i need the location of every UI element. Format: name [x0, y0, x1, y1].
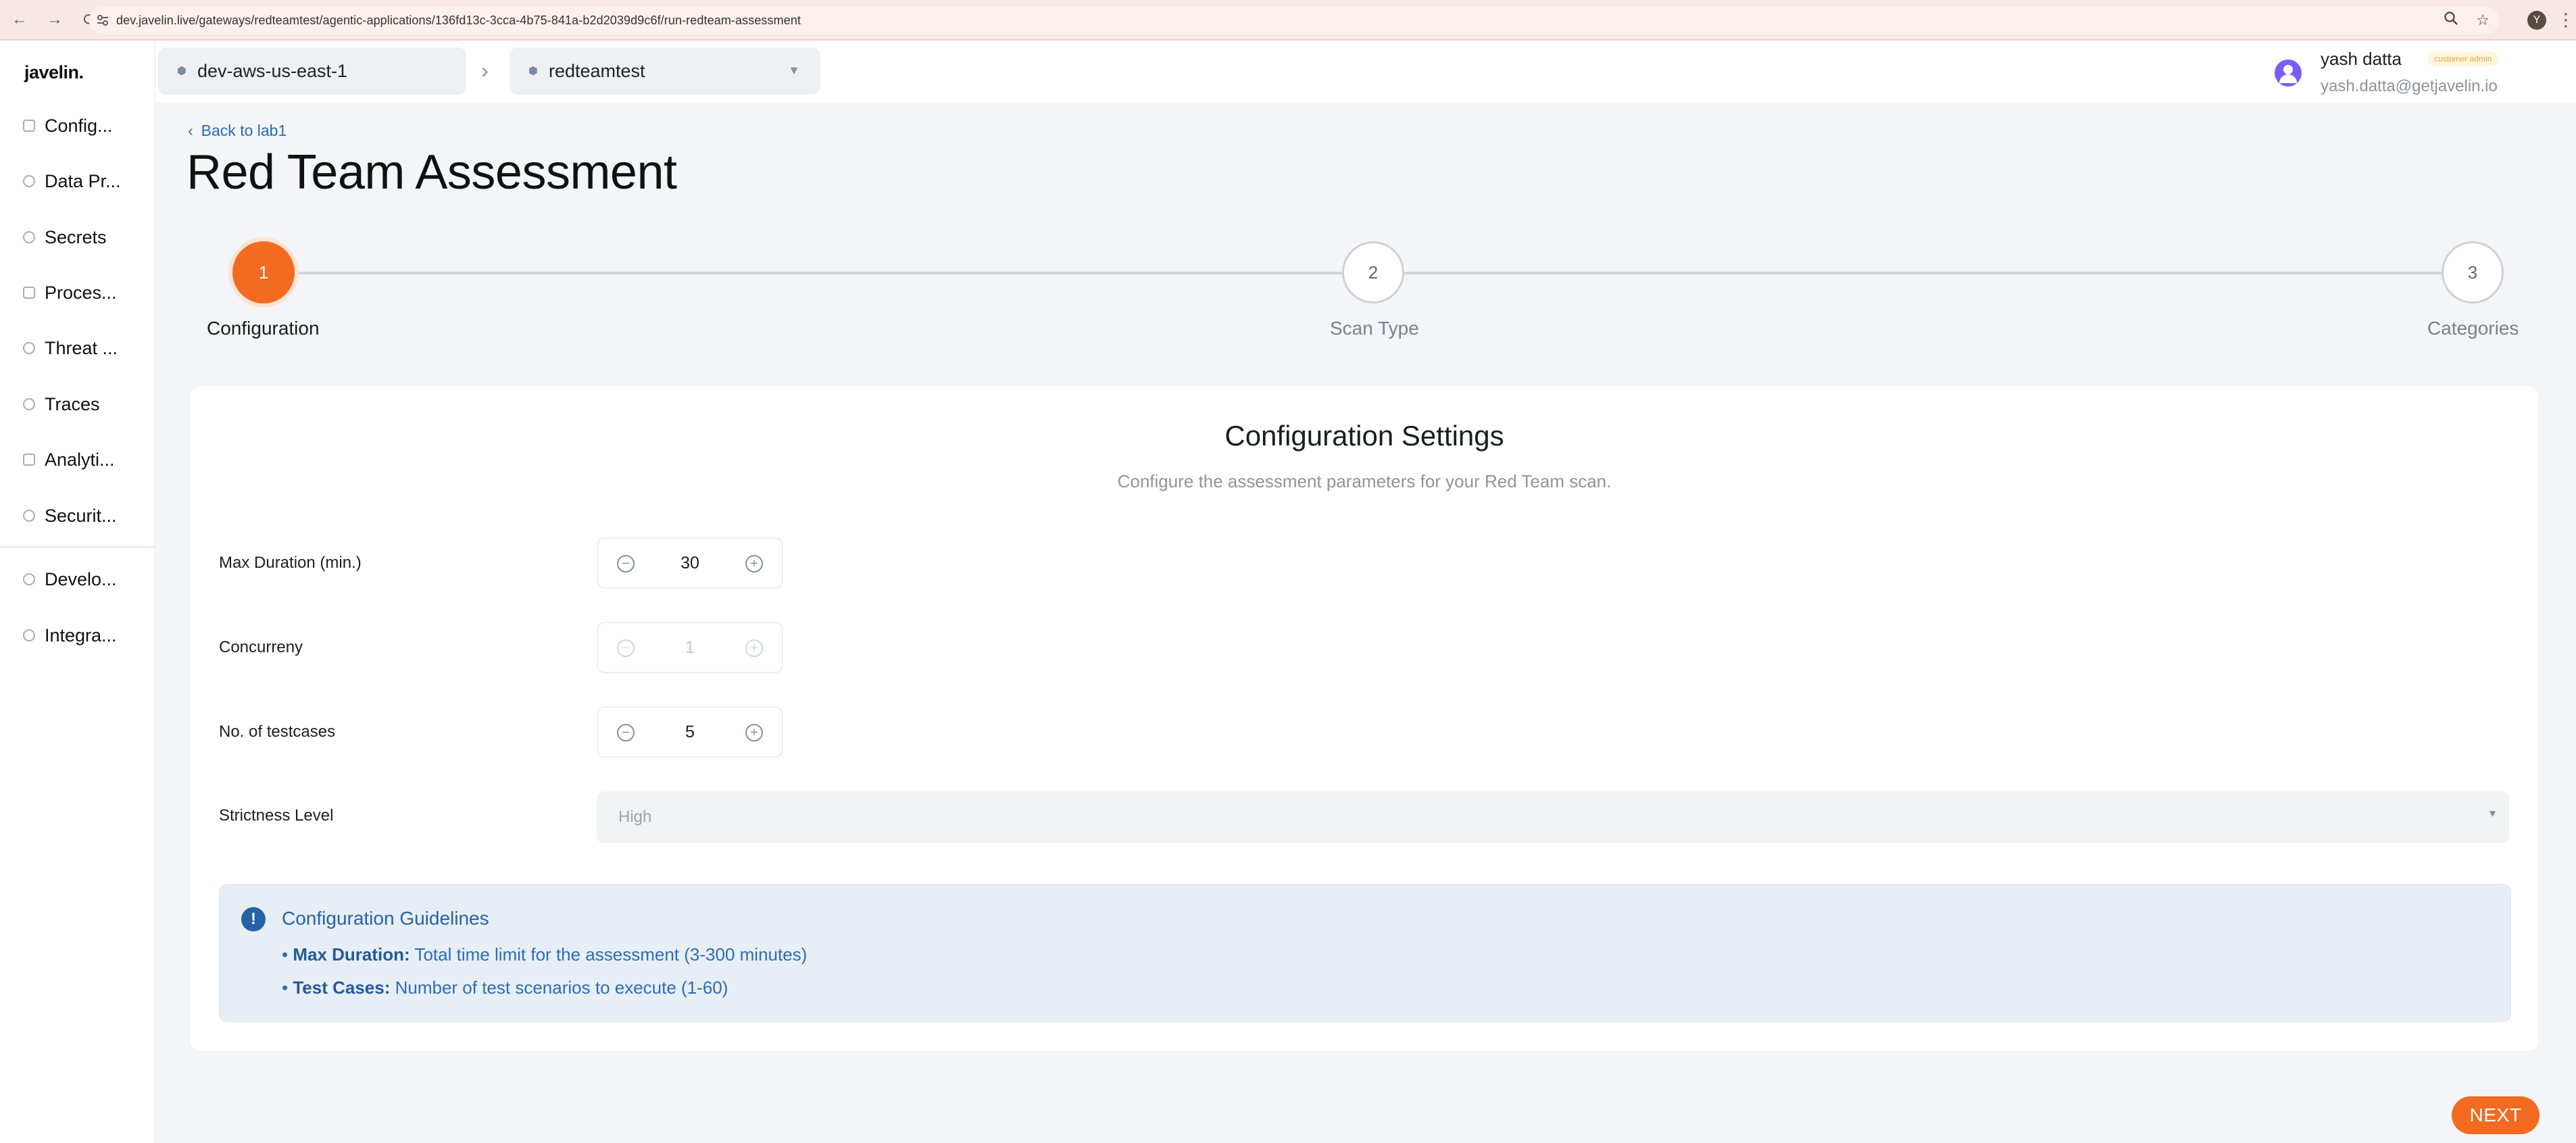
sidebar-item-secrets[interactable]: Secrets — [23, 224, 107, 251]
sidebar: javelin. Config... Data Pr... Secrets Pr… — [0, 41, 155, 1143]
step-3-circle[interactable]: 3 — [2442, 241, 2504, 303]
configuration-card: Configuration Settings Configure the ass… — [189, 385, 2540, 1052]
page-title: Red Team Assessment — [187, 145, 677, 199]
max-duration-stepper: − 30 + — [597, 537, 783, 589]
chevron-left-icon: ‹ — [188, 122, 193, 139]
strictness-label: Strictness Level — [219, 806, 334, 825]
integrations-icon — [23, 629, 35, 641]
guideline-text: Number of test scenarios to execute (1-6… — [395, 977, 728, 998]
configuration-icon — [23, 120, 35, 132]
gateway-icon: ⬢ — [177, 66, 187, 77]
step-2-label: Scan Type — [1330, 318, 1419, 339]
user-name: yash datta — [2321, 49, 2402, 69]
shield-icon — [23, 510, 35, 522]
gateway-name: dev-aws-us-east-1 — [197, 60, 348, 81]
testcases-label: No. of testcases — [219, 723, 336, 741]
sidebar-item-configuration[interactable]: Config... — [23, 112, 113, 139]
gateway-selector[interactable]: ⬢ dev-aws-us-east-1 — [158, 47, 466, 95]
increment-button[interactable]: + — [745, 724, 763, 741]
forward-arrow-icon[interactable]: → — [39, 4, 70, 35]
testcases-stepper: − 5 + — [597, 706, 783, 758]
step-1-circle[interactable]: 1 — [232, 241, 295, 303]
application-selector[interactable]: ⬢ redteamtest ▼ — [510, 47, 820, 95]
sidebar-item-label: Config... — [45, 115, 113, 136]
card-title: Configuration Settings — [1224, 420, 1504, 452]
analytics-icon — [23, 454, 35, 466]
guideline-key: Max Duration: — [293, 944, 410, 965]
info-icon: ! — [241, 907, 266, 931]
guidelines-title: Configuration Guidelines — [282, 908, 489, 929]
data-protection-icon — [23, 175, 35, 187]
address-bar[interactable]: dev.javelin.live/gateways/redteamtest/ag… — [89, 6, 2499, 34]
browser-profile-avatar[interactable]: Y — [2527, 11, 2546, 30]
caret-down-icon: ▾ — [2489, 806, 2496, 820]
url-text: dev.javelin.live/gateways/redteamtest/ag… — [116, 13, 801, 27]
strictness-select[interactable]: High ▾ — [597, 792, 2509, 843]
sidebar-item-label: Develo... — [45, 568, 117, 589]
step-2-circle[interactable]: 2 — [1342, 241, 1404, 303]
next-button[interactable]: NEXT — [2452, 1096, 2540, 1134]
user-menu[interactable]: yash datta customer admin yash.datta@get… — [2275, 46, 2558, 97]
back-arrow-icon[interactable]: ← — [4, 4, 35, 35]
step-3-label: Categories — [2427, 318, 2519, 339]
sidebar-item-label: Threat ... — [45, 337, 118, 358]
site-info-icon[interactable] — [89, 14, 116, 26]
application-icon: ⬢ — [528, 66, 538, 77]
increment-button[interactable]: + — [745, 555, 763, 573]
sidebar-item-label: Data Pr... — [45, 170, 121, 191]
sidebar-item-label: Integra... — [45, 625, 117, 646]
guideline-item: • Max Duration: Total time limit for the… — [282, 944, 808, 965]
sidebar-item-label: Secrets — [45, 226, 107, 247]
processors-icon — [23, 287, 35, 299]
javelin-logo[interactable]: javelin. — [24, 62, 84, 83]
chevron-right-icon: › — [481, 58, 489, 82]
sidebar-item-label: Analyti... — [45, 449, 115, 470]
sidebar-item-threat[interactable]: Threat ... — [23, 335, 118, 362]
sidebar-item-data-protection[interactable]: Data Pr... — [23, 168, 121, 195]
browser-menu-icon[interactable]: ⋮ — [2557, 9, 2575, 30]
concurrency-label: Concurreny — [219, 638, 303, 656]
zoom-icon[interactable] — [2444, 11, 2458, 30]
guideline-key: Test Cases: — [293, 977, 391, 998]
increment-button: + — [745, 639, 763, 657]
traces-icon — [23, 398, 35, 410]
avatar — [2275, 59, 2302, 87]
guidelines-panel: ! Configuration Guidelines • Max Duratio… — [219, 884, 2511, 1022]
bookmark-star-icon[interactable]: ☆ — [2476, 11, 2490, 29]
role-badge: customer admin — [2427, 51, 2499, 66]
application-name: redteamtest — [548, 60, 645, 81]
sidebar-item-developer[interactable]: Develo... — [23, 566, 117, 593]
threat-icon — [23, 342, 35, 354]
user-email: yash.datta@getjavelin.io — [2321, 77, 2498, 95]
strictness-value: High — [618, 808, 652, 826]
sidebar-item-integrations[interactable]: Integra... — [23, 622, 117, 649]
sidebar-item-label: Proces... — [45, 282, 117, 303]
guideline-item: • Test Cases: Number of test scenarios t… — [282, 977, 728, 998]
concurrency-stepper: − 1 + — [597, 622, 783, 673]
developer-icon — [23, 573, 35, 585]
sidebar-item-label: Traces — [45, 393, 100, 414]
app-header: ⬢ dev-aws-us-east-1 › ⬢ redteamtest ▼ ya… — [155, 41, 2576, 103]
caret-down-icon: ▼ — [788, 64, 800, 77]
sidebar-item-analytics[interactable]: Analyti... — [23, 446, 115, 473]
sidebar-item-label: Securit... — [45, 505, 117, 526]
secrets-icon — [23, 231, 35, 243]
back-link-label: Back to lab1 — [201, 122, 287, 139]
guideline-text: Total time limit for the assessment (3-3… — [414, 944, 808, 965]
sidebar-divider — [0, 546, 155, 548]
step-1-label: Configuration — [207, 318, 320, 339]
browser-toolbar: ← → ⟳ dev.javelin.live/gateways/redteamt… — [0, 0, 2576, 41]
sidebar-item-security[interactable]: Securit... — [23, 502, 117, 529]
sidebar-item-processors[interactable]: Proces... — [23, 279, 117, 306]
back-link[interactable]: ‹ Back to lab1 — [188, 122, 287, 140]
sidebar-item-traces[interactable]: Traces — [23, 391, 100, 418]
card-subtitle: Configure the assessment parameters for … — [1117, 471, 1612, 491]
max-duration-label: Max Duration (min.) — [219, 554, 362, 572]
